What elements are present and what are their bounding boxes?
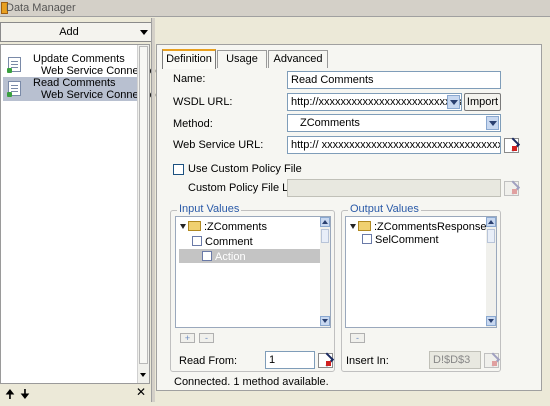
move-up-icon[interactable]: 🠉 [5,385,15,406]
use-custom-policy-label: Use Custom Policy File [188,163,302,175]
remove-output-button[interactable]: - [350,333,365,343]
output-values-tree[interactable]: :ZCommentsResponse SelComment [345,216,497,328]
field-icon [192,236,202,246]
read-from-field[interactable]: 1 [265,351,315,369]
scroll-down-icon[interactable] [320,316,330,326]
custom-policy-location-field[interactable] [287,179,501,197]
read-from-picker-icon[interactable] [318,353,333,368]
scrollbar-thumb[interactable] [321,229,329,243]
window-title: Data Manager [6,2,76,14]
folder-icon [188,221,201,231]
remove-input-button[interactable]: - [199,333,214,343]
import-button[interactable]: Import [464,93,501,111]
insert-in-field[interactable]: D!$D$3 [429,351,481,369]
dropdown-arrow-icon[interactable] [140,30,148,35]
connection-title: Read Comments [33,77,116,89]
input-tree-scrollbar[interactable] [320,217,330,327]
scroll-up-icon[interactable] [320,217,330,227]
add-button[interactable]: Add [0,22,152,42]
connection-item-update-comments[interactable]: Update Comments Web Service Connection [3,53,162,77]
tree-node-label: Action [215,251,246,263]
tree-node-action[interactable]: Action [202,251,246,263]
web-service-connection-icon [7,57,21,73]
tree-node-selcomment[interactable]: SelComment [362,234,439,246]
scroll-down-icon[interactable] [486,316,496,326]
wsdl-url-field[interactable]: http://xxxxxxxxxxxxxxxxxxxxxxxxx ap/bc/ [287,93,462,111]
tree-node-label: SelComment [375,234,439,246]
wsdl-url-label: WSDL URL: [173,96,233,108]
collapse-icon[interactable] [350,224,356,229]
wsdl-dropdown-icon[interactable] [447,95,460,109]
wsdl-url-value: http://xxxxxxxxxxxxxxxxxxxxxxxxx ap/bc/ [291,96,461,108]
tree-node-label: Comment [205,236,253,248]
title-bar: Data Manager [0,0,550,17]
left-toolbar: 🠉 🠋 ✕ [0,384,150,402]
tree-node-label: :ZCommentsResponse [374,221,487,233]
cell-picker-icon[interactable] [504,138,519,153]
status-text: Connected. 1 method available. [174,376,329,388]
method-select[interactable]: ZComments [287,114,501,132]
add-button-label: Add [59,26,79,38]
connection-list-scrollbar[interactable] [137,45,149,383]
method-value: ZComments [300,117,360,129]
method-label: Method: [173,118,213,130]
output-tree-scrollbar[interactable] [486,217,496,327]
insert-in-picker-icon[interactable] [484,353,499,368]
web-service-connection-icon [7,81,21,97]
connection-list[interactable]: Update Comments Web Service Connection R… [0,44,162,384]
folder-icon [358,221,371,231]
tab-usage[interactable]: Usage [217,50,267,68]
tree-node-label: :ZComments [204,221,267,233]
connection-item-read-comments[interactable]: Read Comments Web Service Connection [3,77,162,101]
splitter[interactable] [151,18,155,402]
insert-in-label: Insert In: [346,355,389,367]
move-down-icon[interactable]: 🠋 [20,385,30,406]
tree-node-zcommentsresponse[interactable]: :ZCommentsResponse [350,221,487,233]
tree-node-zcomments[interactable]: :ZComments [180,221,267,233]
add-input-button[interactable]: + [180,333,195,343]
tab-definition[interactable]: Definition [162,49,216,69]
collapse-icon[interactable] [180,224,186,229]
web-service-url-label: Web Service URL: [173,139,264,151]
input-values-tree[interactable]: :ZComments Comment Action [175,216,331,328]
connection-title: Update Comments [33,53,125,65]
scroll-up-icon[interactable] [486,217,496,227]
input-values-legend: Input Values [177,203,242,215]
policy-picker-icon[interactable] [504,181,519,196]
scrollbar-thumb[interactable] [487,229,495,243]
read-from-label: Read From: [179,355,238,367]
delete-icon[interactable]: ✕ [136,385,146,399]
web-service-url-field[interactable]: http:// xxxxxxxxxxxxxxxxxxxxxxxxxxxxxxxx… [287,136,501,154]
tree-selection-highlight [179,249,321,263]
output-values-legend: Output Values [348,203,421,215]
name-label: Name: [173,73,206,85]
tab-advanced[interactable]: Advanced [268,50,328,68]
scroll-down-icon[interactable] [139,369,148,381]
field-icon [362,234,372,244]
method-dropdown-icon[interactable] [486,116,499,130]
tree-node-comment[interactable]: Comment [192,236,253,248]
field-icon [202,251,212,261]
scrollbar-thumb[interactable] [139,46,148,364]
name-field[interactable]: Read Comments [287,71,501,89]
use-custom-policy-checkbox[interactable] [173,164,184,175]
